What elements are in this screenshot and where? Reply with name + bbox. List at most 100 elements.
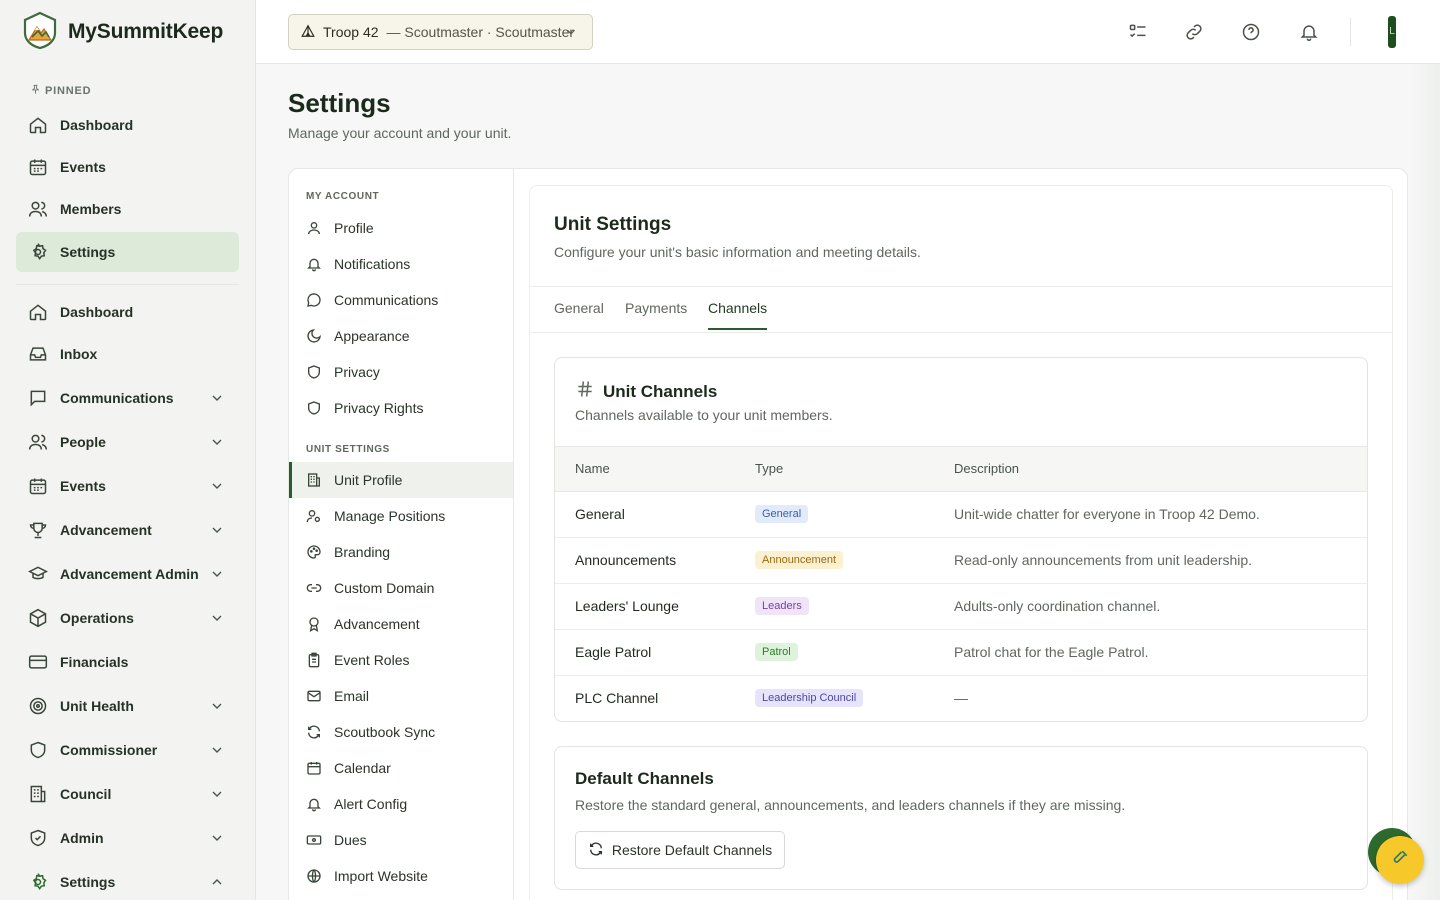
chevron-down-icon[interactable] (209, 742, 225, 758)
channel-type-badge: Announcement (755, 551, 843, 569)
subnav-event-roles[interactable]: Event Roles (289, 642, 513, 678)
sidebar-item-commissioner[interactable]: Commissioner (16, 730, 239, 770)
mountain-logo-icon (22, 11, 58, 54)
table-header: Name Type Description (555, 446, 1367, 492)
target-icon (28, 696, 48, 716)
sidebar-divider (16, 284, 239, 285)
sidebar-item-settings[interactable]: Settings (16, 862, 239, 900)
subnav-label: Scoutbook Sync (334, 724, 436, 740)
settings-subnav: MY ACCOUNT Profile Notifications Communi… (289, 169, 514, 900)
subnav-unit-profile[interactable]: Unit Profile (289, 462, 513, 498)
chevron-down-icon[interactable] (209, 698, 225, 714)
default-channels-subtitle: Restore the standard general, announceme… (575, 797, 1126, 813)
restore-default-channels-button[interactable]: Restore Default Channels (575, 831, 785, 869)
brand[interactable]: MySummitKeep (22, 11, 223, 54)
palette-icon (306, 544, 322, 560)
channel-description: Unit-wide chatter for everyone in Troop … (954, 506, 1260, 522)
subnav-notifications[interactable]: Notifications (289, 246, 513, 282)
channel-description: Read-only announcements from unit leader… (954, 552, 1253, 568)
subnav-label: Communications (334, 292, 439, 308)
settings-panel: MY ACCOUNT Profile Notifications Communi… (288, 168, 1408, 900)
unit-settings-title: Unit Settings (554, 214, 672, 235)
pinned-dashboard[interactable]: Dashboard (16, 105, 239, 145)
subnav-appearance[interactable]: Appearance (289, 318, 513, 354)
subnav-communications[interactable]: Communications (289, 282, 513, 318)
link-icon (306, 580, 322, 596)
dev-tools-fab[interactable] (1376, 836, 1424, 884)
subnav-email[interactable]: Email (289, 678, 513, 714)
building-icon (306, 472, 322, 488)
nav-label: Operations (60, 610, 134, 626)
sidebar-item-dashboard[interactable]: Dashboard (16, 292, 239, 332)
subnav-branding[interactable]: Branding (289, 534, 513, 570)
column-header-name: Name (575, 461, 610, 476)
restore-button-label: Restore Default Channels (611, 842, 773, 858)
subnav-dues[interactable]: Dues (289, 822, 513, 858)
sidebar-item-communications[interactable]: Communications (16, 378, 239, 418)
subnav-profile[interactable]: Profile (289, 210, 513, 246)
chat-icon (306, 292, 322, 308)
nav-label: Financials (60, 654, 129, 670)
sidebar-item-advancement[interactable]: Advancement (16, 510, 239, 550)
subnav-label: Branding (334, 544, 391, 560)
subnav-privacy-rights[interactable]: Privacy Rights (289, 390, 513, 426)
default-channels-title: Default Channels (575, 769, 714, 788)
subnav-scoutbook-sync[interactable]: Scoutbook Sync (289, 714, 513, 750)
sidebar-item-operations[interactable]: Operations (16, 598, 239, 638)
nav-label: Dashboard (60, 304, 134, 320)
subnav-custom-domain[interactable]: Custom Domain (289, 570, 513, 606)
subnav-label: Privacy (334, 364, 380, 380)
unit-role: — Scoutmaster · Scoutmaster (386, 24, 575, 40)
pinned-events[interactable]: Events (16, 147, 239, 187)
tab-payments[interactable]: Payments (625, 300, 687, 328)
bell-icon[interactable] (1297, 20, 1321, 44)
right-edge-shadow (1410, 64, 1440, 900)
building-icon (28, 784, 48, 804)
channel-description: Adults-only coordination channel. (954, 598, 1161, 614)
sidebar-item-events[interactable]: Events (16, 466, 239, 506)
globe-icon (306, 868, 322, 884)
channel-name: Eagle Patrol (575, 644, 652, 660)
chevron-down-icon[interactable] (209, 830, 225, 846)
refresh-icon (588, 841, 604, 860)
graduation-cap-icon (28, 564, 48, 584)
avatar[interactable]: L (1388, 16, 1396, 48)
pinned-settings[interactable]: Settings (16, 232, 239, 272)
subnav-manage-positions[interactable]: Manage Positions (289, 498, 513, 534)
sidebar-item-unit-health[interactable]: Unit Health (16, 686, 239, 726)
my-account-label: MY ACCOUNT (306, 191, 380, 202)
tab-general[interactable]: General (554, 300, 604, 328)
chevron-down-icon[interactable] (209, 610, 225, 626)
sidebar-item-financials[interactable]: Financials (16, 642, 239, 682)
chevron-down-icon[interactable] (209, 786, 225, 802)
link-icon[interactable] (1182, 20, 1206, 44)
chevron-down-icon[interactable] (209, 566, 225, 582)
checklist-icon[interactable] (1126, 20, 1150, 44)
sidebar-item-people[interactable]: People (16, 422, 239, 462)
sidebar-item-advancement-admin[interactable]: Advancement Admin (16, 554, 239, 594)
chevron-up-icon[interactable] (209, 874, 225, 890)
chevron-down-icon[interactable] (209, 434, 225, 450)
unit-channels-subtitle: Channels available to your unit members. (575, 407, 833, 423)
subnav-calendar[interactable]: Calendar (289, 750, 513, 786)
channel-type-badge: General (755, 505, 809, 523)
user-gear-icon (306, 508, 322, 524)
channel-name: General (575, 506, 625, 522)
sidebar-item-council[interactable]: Council (16, 774, 239, 814)
help-icon[interactable] (1239, 20, 1263, 44)
subnav-privacy[interactable]: Privacy (289, 354, 513, 390)
chevron-down-icon[interactable] (209, 390, 225, 406)
sidebar-item-admin[interactable]: Admin (16, 818, 239, 858)
award-icon (306, 616, 322, 632)
subnav-import-website[interactable]: Import Website (289, 858, 513, 894)
chevron-down-icon[interactable] (209, 478, 225, 494)
subnav-label: Notifications (334, 256, 411, 272)
tab-channels[interactable]: Channels (708, 300, 768, 330)
chevron-down-icon[interactable] (209, 522, 225, 538)
subnav-advancement[interactable]: Advancement (289, 606, 513, 642)
pinned-members[interactable]: Members (16, 189, 239, 229)
subnav-alert-config[interactable]: Alert Config (289, 786, 513, 822)
unit-selector[interactable]: Troop 42 — Scoutmaster · Scoutmaster (288, 14, 593, 50)
sidebar-item-inbox[interactable]: Inbox (16, 334, 239, 374)
channel-type-badge: Leadership Council (755, 689, 864, 707)
